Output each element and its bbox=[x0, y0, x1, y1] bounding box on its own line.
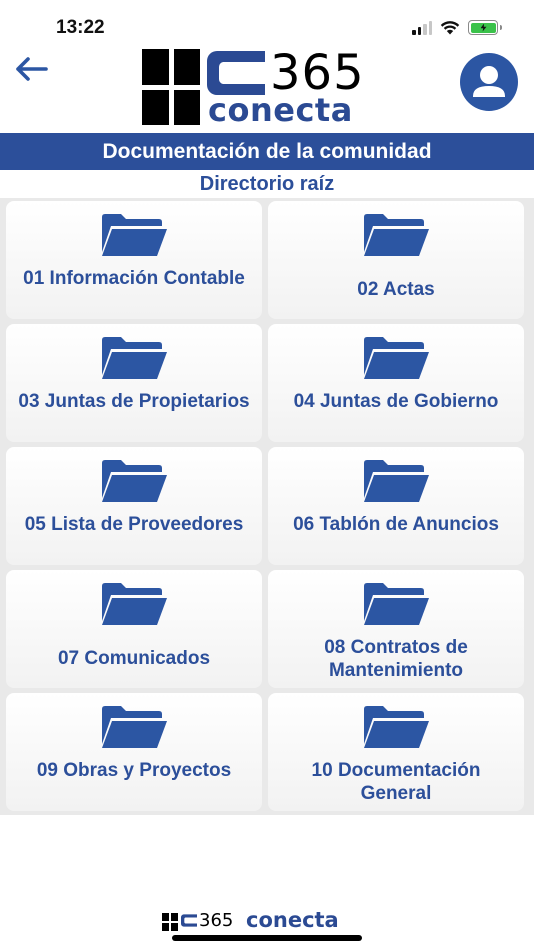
folder-card-documentacion-general[interactable]: 10 Documentación General bbox=[268, 693, 524, 811]
footer-logo: 365 conecta bbox=[162, 908, 374, 934]
footer-logo-number: 365 bbox=[199, 910, 234, 931]
folder-label: 08 Contratos de Mantenimiento bbox=[324, 637, 468, 681]
folder-icon bbox=[364, 214, 429, 256]
footer-logo-c-mark bbox=[181, 914, 197, 927]
folder-label: 10 Documentación General bbox=[311, 760, 481, 804]
status-icons bbox=[412, 20, 502, 35]
folder-label: 07 Comunicados bbox=[57, 648, 211, 669]
folder-card-actas[interactable]: 02 Actas bbox=[268, 201, 524, 319]
folder-card-lista-proveedores[interactable]: 05 Lista de Proveedores bbox=[6, 447, 262, 565]
folder-grid: 01 Información Contable 02 Actas 03 Junt… bbox=[0, 198, 534, 815]
page-title: Documentación de la comunidad bbox=[102, 139, 432, 163]
folder-icon bbox=[364, 460, 429, 502]
folder-card-informacion-contable[interactable]: 01 Información Contable bbox=[6, 201, 262, 319]
folder-icon bbox=[102, 706, 167, 748]
folder-icon bbox=[364, 337, 429, 379]
folder-icon bbox=[364, 706, 429, 748]
folder-icon bbox=[102, 583, 167, 625]
logo-c-mark bbox=[207, 51, 265, 95]
wifi-icon bbox=[440, 21, 460, 35]
status-time: 13:22 bbox=[56, 17, 105, 38]
app-header: 365 conecta bbox=[0, 40, 534, 132]
arrow-left-icon bbox=[16, 57, 48, 81]
folder-card-comunicados[interactable]: 07 Comunicados bbox=[6, 570, 262, 688]
footer-logo-wordmark: conecta bbox=[246, 908, 339, 932]
battery-charging-icon bbox=[468, 20, 502, 35]
folder-icon bbox=[102, 214, 167, 256]
folder-card-tablon-anuncios[interactable]: 06 Tablón de Anuncios bbox=[268, 447, 524, 565]
folder-label: 01 Información Contable bbox=[23, 268, 245, 289]
profile-button[interactable] bbox=[460, 53, 518, 111]
folder-label: 06 Tablón de Anuncios bbox=[293, 514, 499, 535]
folder-label: 09 Obras y Proyectos bbox=[36, 760, 232, 781]
folder-label: 02 Actas bbox=[357, 279, 435, 300]
folder-icon bbox=[102, 460, 167, 502]
logo-grid-mark bbox=[142, 49, 200, 125]
footer-logo-grid-mark bbox=[162, 913, 178, 931]
folder-card-obras-proyectos[interactable]: 09 Obras y Proyectos bbox=[6, 693, 262, 811]
app-logo: 365 conecta bbox=[142, 45, 392, 129]
folder-label: 04 Juntas de Gobierno bbox=[293, 391, 499, 412]
home-indicator[interactable] bbox=[172, 935, 362, 941]
back-button[interactable] bbox=[14, 54, 50, 84]
folder-icon bbox=[364, 583, 429, 625]
user-icon bbox=[473, 66, 505, 97]
folder-card-juntas-gobierno[interactable]: 04 Juntas de Gobierno bbox=[268, 324, 524, 442]
folder-icon bbox=[102, 337, 167, 379]
cellular-signal-icon bbox=[412, 20, 432, 35]
logo-wordmark: conecta bbox=[208, 91, 353, 129]
directory-breadcrumb: Directorio raíz bbox=[199, 173, 335, 195]
folder-label: 03 Juntas de Propietarios bbox=[18, 391, 250, 412]
folder-label: 05 Lista de Proveedores bbox=[24, 514, 244, 535]
folder-card-contratos-mantenimiento[interactable]: 08 Contratos de Mantenimiento bbox=[268, 570, 524, 688]
folder-card-juntas-propietarios[interactable]: 03 Juntas de Propietarios bbox=[6, 324, 262, 442]
page-title-bar: Documentación de la comunidad bbox=[0, 133, 534, 170]
